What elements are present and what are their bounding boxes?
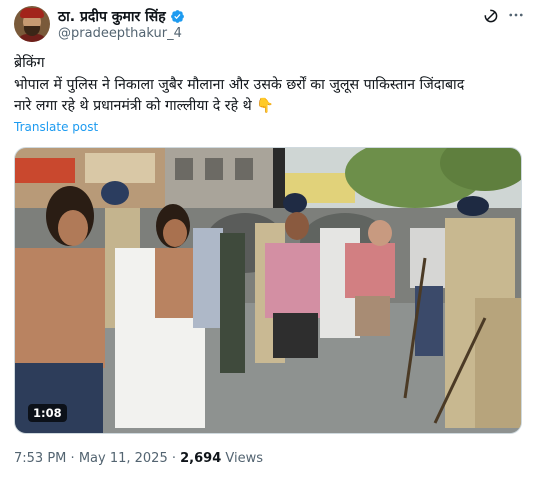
grok-icon[interactable]	[482, 7, 500, 25]
tweet-line: ब्रेकिंग	[14, 55, 45, 71]
tweet-meta: 7:53 PM · May 11, 2025 · 2,694 Views	[14, 451, 263, 466]
tweet-text: ब्रेकिंग भोपाल में पुलिस ने निकाला जुबैर…	[14, 53, 519, 118]
video-player[interactable]: 1:08	[14, 147, 522, 434]
author-display-name[interactable]: ठा. प्रदीप कुमार सिंह	[58, 7, 166, 26]
verified-badge-icon	[170, 10, 184, 23]
tweet-date[interactable]: May 11, 2025	[79, 451, 168, 466]
tweet-line: नारे लगा रहे थे प्रधानमंत्री को गाल्लीया…	[14, 98, 274, 114]
views-label: Views	[225, 451, 264, 466]
tweet-header: ठा. प्रदीप कुमार सिंह @pradeepthakur_4	[14, 6, 523, 44]
meta-separator: ·	[70, 451, 75, 466]
meta-separator: ·	[171, 451, 176, 466]
author-name-row[interactable]: ठा. प्रदीप कुमार सिंह	[58, 7, 185, 26]
translate-post-link[interactable]: Translate post	[14, 120, 98, 134]
tweet-line: भोपाल में पुलिस ने निकाला जुबैर मौलाना औ…	[14, 76, 465, 93]
author-handle[interactable]: @pradeepthakur_4	[58, 26, 182, 41]
profile-avatar[interactable]	[14, 6, 50, 42]
more-icon[interactable]	[507, 6, 525, 24]
video-frame	[15, 148, 521, 433]
video-duration-badge: 1:08	[28, 404, 67, 422]
views-count: 2,694	[180, 451, 222, 466]
tweet-time[interactable]: 7:53 PM	[14, 451, 66, 466]
